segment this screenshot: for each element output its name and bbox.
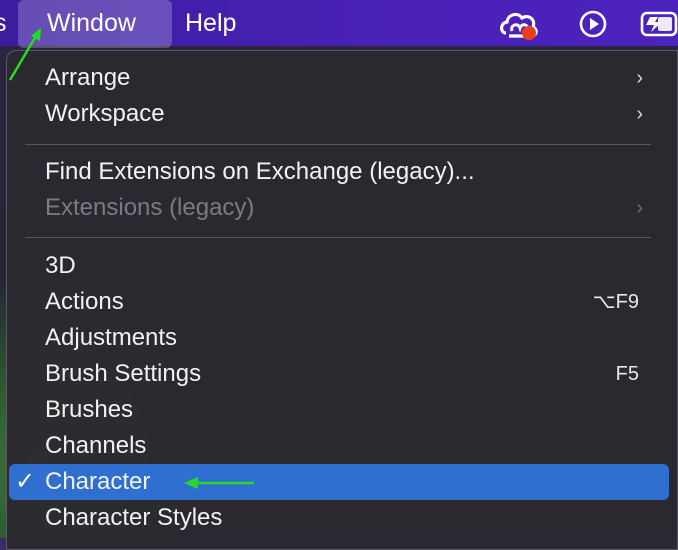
menubar-item-partial[interactable]: s bbox=[0, 0, 7, 46]
menu-item-adjustments[interactable]: Adjustments bbox=[45, 320, 177, 356]
creative-cloud-icon[interactable] bbox=[498, 9, 542, 41]
notification-dot bbox=[522, 26, 536, 40]
menu-item-character[interactable]: Character bbox=[45, 464, 150, 500]
shortcut-actions: ⌥F9 bbox=[592, 291, 639, 313]
menu-bar: s Window Help bbox=[0, 0, 678, 48]
menu-separator bbox=[25, 144, 651, 145]
menu-separator bbox=[25, 237, 651, 238]
menu-item-workspace[interactable]: Workspace bbox=[45, 96, 165, 132]
menu-item-3d[interactable]: 3D bbox=[45, 248, 76, 284]
menu-item-channels[interactable]: Channels bbox=[45, 428, 146, 464]
chevron-right-icon: › bbox=[636, 197, 643, 219]
chevron-right-icon: › bbox=[636, 103, 643, 125]
menu-item-find-extensions[interactable]: Find Extensions on Exchange (legacy)... bbox=[45, 154, 475, 190]
play-circle-icon[interactable] bbox=[578, 9, 608, 39]
menu-item-arrange[interactable]: Arrange bbox=[45, 60, 130, 96]
window-dropdown-menu: Arrange › Workspace › Find Extensions on… bbox=[6, 50, 678, 550]
menu-item-extensions-legacy: Extensions (legacy) bbox=[45, 194, 255, 221]
chevron-right-icon: › bbox=[636, 67, 643, 89]
shortcut-brush-settings: F5 bbox=[615, 363, 639, 385]
menu-item-character-styles[interactable]: Character Styles bbox=[45, 500, 222, 536]
menu-item-actions[interactable]: Actions bbox=[45, 284, 124, 320]
menubar-item-help[interactable]: Help bbox=[185, 0, 236, 46]
menu-item-brushes[interactable]: Brushes bbox=[45, 392, 133, 428]
menubar-item-window[interactable]: Window bbox=[18, 0, 172, 48]
battery-charging-icon[interactable] bbox=[640, 11, 678, 37]
checkmark-icon: ✓ bbox=[15, 468, 36, 495]
menu-item-brush-settings[interactable]: Brush Settings bbox=[45, 356, 201, 392]
